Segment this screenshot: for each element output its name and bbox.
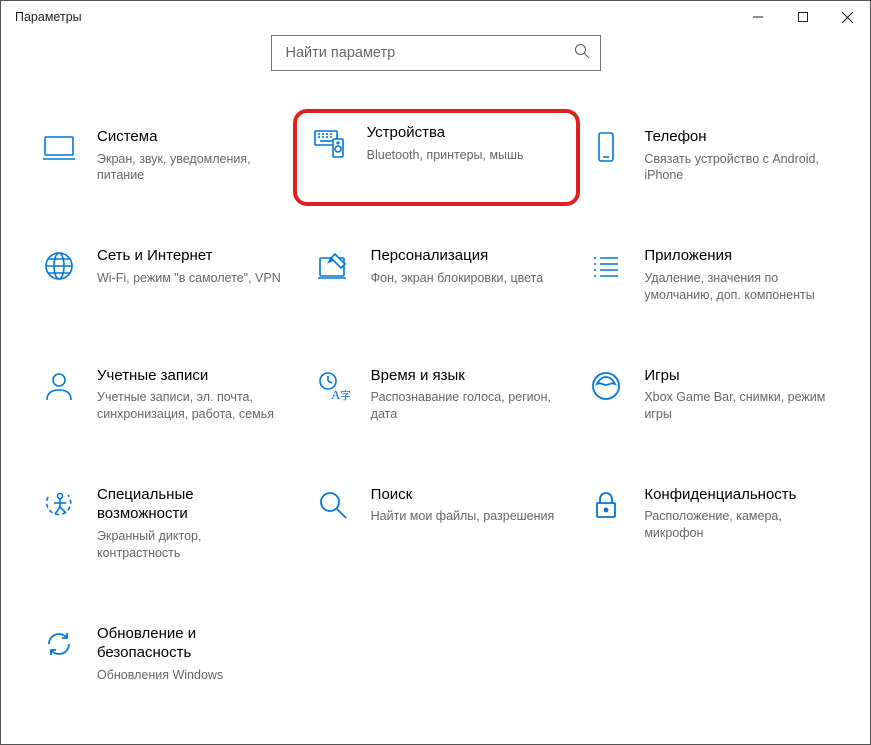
titlebar: Параметры: [1, 1, 870, 33]
tile-desc: Bluetooth, принтеры, мышь: [367, 147, 524, 164]
tile-ease-of-access[interactable]: Специальные возможности Экранный диктор,…: [35, 481, 289, 566]
search-input[interactable]: [284, 44, 574, 62]
magnifier-icon: [313, 485, 353, 525]
tile-desc: Экранный диктор, контрастность: [97, 528, 285, 562]
globe-icon: [39, 246, 79, 286]
tile-title: Время и язык: [371, 366, 559, 386]
apps-icon: [586, 246, 626, 286]
tile-phone[interactable]: Телефон Связать устройство с Android, iP…: [582, 123, 836, 188]
tile-title: Система: [97, 127, 285, 147]
settings-grid: Система Экран, звук, уведомления, питани…: [35, 123, 836, 687]
phone-icon: [586, 127, 626, 167]
tile-title: Персонализация: [371, 246, 544, 266]
tile-desc: Связать устройство с Android, iPhone: [644, 151, 832, 185]
time-language-icon: A字: [313, 366, 353, 406]
tile-personalization[interactable]: Персонализация Фон, экран блокировки, цв…: [309, 242, 563, 307]
tile-title: Игры: [644, 366, 832, 386]
minimize-button[interactable]: [735, 1, 780, 33]
tile-title: Специальные возможности: [97, 485, 285, 524]
tile-privacy[interactable]: Конфиденциальность Расположение, камера,…: [582, 481, 836, 566]
tile-title: Устройства: [367, 123, 524, 143]
tile-desc: Учетные записи, эл. почта, синхронизация…: [97, 389, 285, 423]
tile-title: Конфиденциальность: [644, 485, 832, 505]
tile-desc: Xbox Game Bar, снимки, режим игры: [644, 389, 832, 423]
tile-title: Сеть и Интернет: [97, 246, 281, 266]
search-icon: [574, 43, 590, 64]
tile-desc: Обновления Windows: [97, 667, 285, 684]
tile-title: Телефон: [644, 127, 832, 147]
tile-desc: Найти мои файлы, разрешения: [371, 508, 555, 525]
content-area: Система Экран, звук, уведомления, питани…: [1, 33, 870, 744]
lock-icon: [586, 485, 626, 525]
accounts-icon: [39, 366, 79, 406]
tile-devices[interactable]: Устройства Bluetooth, принтеры, мышь: [293, 109, 581, 206]
tile-desc: Wi-Fi, режим "в самолете", VPN: [97, 270, 281, 287]
tile-desc: Удаление, значения по умолчанию, доп. ко…: [644, 270, 832, 304]
search-box[interactable]: [271, 35, 601, 71]
window-title: Параметры: [15, 10, 82, 24]
gaming-icon: [586, 366, 626, 406]
tile-network[interactable]: Сеть и Интернет Wi-Fi, режим "в самолете…: [35, 242, 289, 307]
access-icon: [39, 485, 79, 525]
maximize-button[interactable]: [780, 1, 825, 33]
close-button[interactable]: [825, 1, 870, 33]
tile-title: Поиск: [371, 485, 555, 505]
update-icon: [39, 624, 79, 664]
system-icon: [39, 127, 79, 167]
tile-title: Обновление и безопасность: [97, 624, 285, 663]
tile-desc: Распознавание голоса, регион, дата: [371, 389, 559, 423]
svg-text:字: 字: [340, 388, 351, 402]
tile-time-language[interactable]: A字 Время и язык Распознавание голоса, ре…: [309, 362, 563, 427]
personalization-icon: [313, 246, 353, 286]
tile-title: Учетные записи: [97, 366, 285, 386]
tile-apps[interactable]: Приложения Удаление, значения по умолчан…: [582, 242, 836, 307]
tile-update-security[interactable]: Обновление и безопасность Обновления Win…: [35, 620, 289, 688]
tile-desc: Расположение, камера, микрофон: [644, 508, 832, 542]
tile-desc: Экран, звук, уведомления, питание: [97, 151, 285, 185]
devices-icon: [309, 123, 349, 163]
tile-system[interactable]: Система Экран, звук, уведомления, питани…: [35, 123, 289, 188]
tile-search[interactable]: Поиск Найти мои файлы, разрешения: [309, 481, 563, 566]
tile-accounts[interactable]: Учетные записи Учетные записи, эл. почта…: [35, 362, 289, 427]
tile-gaming[interactable]: Игры Xbox Game Bar, снимки, режим игры: [582, 362, 836, 427]
tile-title: Приложения: [644, 246, 832, 266]
tile-desc: Фон, экран блокировки, цвета: [371, 270, 544, 287]
